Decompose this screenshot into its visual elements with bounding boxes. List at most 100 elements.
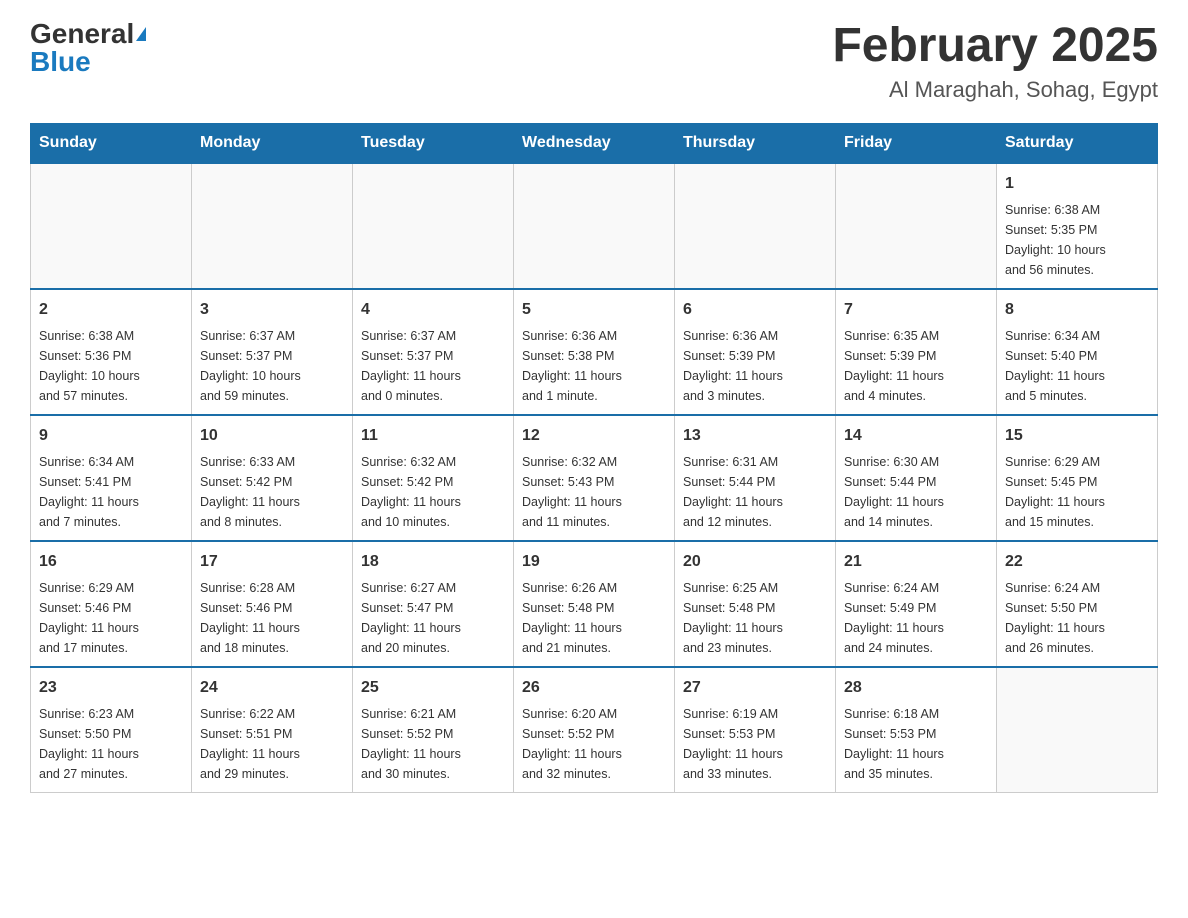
- calendar-cell: 10 Sunrise: 6:33 AM Sunset: 5:42 PM Dayli…: [192, 415, 353, 541]
- day-info: Sunrise: 6:19 AM Sunset: 5:53 PM Dayligh…: [683, 704, 827, 784]
- day-number: 22: [1005, 550, 1149, 574]
- calendar-header: SundayMondayTuesdayWednesdayThursdayFrid…: [31, 123, 1158, 163]
- day-number: 12: [522, 424, 666, 448]
- day-info: Sunrise: 6:37 AM Sunset: 5:37 PM Dayligh…: [361, 326, 505, 406]
- calendar-cell: [997, 667, 1158, 793]
- calendar-cell: 1 Sunrise: 6:38 AM Sunset: 5:35 PM Daylig…: [997, 163, 1158, 289]
- day-number: 17: [200, 550, 344, 574]
- weekday-header-saturday: Saturday: [997, 123, 1158, 163]
- day-number: 6: [683, 298, 827, 322]
- weekday-header-row: SundayMondayTuesdayWednesdayThursdayFrid…: [31, 123, 1158, 163]
- day-info: Sunrise: 6:24 AM Sunset: 5:49 PM Dayligh…: [844, 578, 988, 658]
- day-number: 4: [361, 298, 505, 322]
- day-number: 21: [844, 550, 988, 574]
- weekday-header-tuesday: Tuesday: [353, 123, 514, 163]
- calendar-cell: 26 Sunrise: 6:20 AM Sunset: 5:52 PM Dayli…: [514, 667, 675, 793]
- logo-blue-text: Blue: [30, 48, 91, 76]
- day-number: 27: [683, 676, 827, 700]
- calendar-cell: 6 Sunrise: 6:36 AM Sunset: 5:39 PM Daylig…: [675, 289, 836, 415]
- day-number: 13: [683, 424, 827, 448]
- day-info: Sunrise: 6:20 AM Sunset: 5:52 PM Dayligh…: [522, 704, 666, 784]
- day-info: Sunrise: 6:37 AM Sunset: 5:37 PM Dayligh…: [200, 326, 344, 406]
- calendar-cell: 25Sunrise: 6:21 AM Sunset: 5:52 PM Dayli…: [353, 667, 514, 793]
- calendar-cell: [514, 163, 675, 289]
- weekday-header-thursday: Thursday: [675, 123, 836, 163]
- calendar-cell: 11 Sunrise: 6:32 AM Sunset: 5:42 PM Dayli…: [353, 415, 514, 541]
- day-number: 23: [39, 676, 183, 700]
- weekday-header-friday: Friday: [836, 123, 997, 163]
- day-number: 5: [522, 298, 666, 322]
- day-number: 14: [844, 424, 988, 448]
- day-number: 28: [844, 676, 988, 700]
- calendar-cell: 24 Sunrise: 6:22 AM Sunset: 5:51 PM Dayli…: [192, 667, 353, 793]
- day-info: Sunrise: 6:18 AM Sunset: 5:53 PM Dayligh…: [844, 704, 988, 784]
- day-info: Sunrise: 6:29 AM Sunset: 5:46 PM Dayligh…: [39, 578, 183, 658]
- calendar-cell: 28 Sunrise: 6:18 AM Sunset: 5:53 PM Dayli…: [836, 667, 997, 793]
- day-number: 26: [522, 676, 666, 700]
- logo-general-text: General: [30, 20, 134, 48]
- day-number: 1: [1005, 172, 1149, 196]
- calendar-cell: 19Sunrise: 6:26 AM Sunset: 5:48 PM Dayli…: [514, 541, 675, 667]
- calendar-cell: 8 Sunrise: 6:34 AM Sunset: 5:40 PM Daylig…: [997, 289, 1158, 415]
- weekday-header-sunday: Sunday: [31, 123, 192, 163]
- calendar-cell: 5 Sunrise: 6:36 AM Sunset: 5:38 PM Daylig…: [514, 289, 675, 415]
- day-number: 7: [844, 298, 988, 322]
- calendar-cell: 16 Sunrise: 6:29 AM Sunset: 5:46 PM Dayli…: [31, 541, 192, 667]
- calendar-body: 1 Sunrise: 6:38 AM Sunset: 5:35 PM Daylig…: [31, 163, 1158, 793]
- day-info: Sunrise: 6:27 AM Sunset: 5:47 PM Dayligh…: [361, 578, 505, 658]
- location-title: Al Maraghah, Sohag, Egypt: [832, 77, 1158, 103]
- logo: General Blue: [30, 20, 146, 76]
- day-info: Sunrise: 6:30 AM Sunset: 5:44 PM Dayligh…: [844, 452, 988, 532]
- calendar-cell: 13 Sunrise: 6:31 AM Sunset: 5:44 PM Dayli…: [675, 415, 836, 541]
- day-info: Sunrise: 6:36 AM Sunset: 5:39 PM Dayligh…: [683, 326, 827, 406]
- day-info: Sunrise: 6:22 AM Sunset: 5:51 PM Dayligh…: [200, 704, 344, 784]
- day-number: 2: [39, 298, 183, 322]
- calendar-cell: 23Sunrise: 6:23 AM Sunset: 5:50 PM Dayli…: [31, 667, 192, 793]
- day-number: 10: [200, 424, 344, 448]
- calendar-week-row: 9 Sunrise: 6:34 AM Sunset: 5:41 PM Daylig…: [31, 415, 1158, 541]
- day-info: Sunrise: 6:31 AM Sunset: 5:44 PM Dayligh…: [683, 452, 827, 532]
- day-info: Sunrise: 6:25 AM Sunset: 5:48 PM Dayligh…: [683, 578, 827, 658]
- day-info: Sunrise: 6:36 AM Sunset: 5:38 PM Dayligh…: [522, 326, 666, 406]
- calendar-cell: 27 Sunrise: 6:19 AM Sunset: 5:53 PM Dayli…: [675, 667, 836, 793]
- day-number: 8: [1005, 298, 1149, 322]
- day-number: 24: [200, 676, 344, 700]
- day-info: Sunrise: 6:34 AM Sunset: 5:41 PM Dayligh…: [39, 452, 183, 532]
- calendar-cell: [353, 163, 514, 289]
- calendar-cell: 15 Sunrise: 6:29 AM Sunset: 5:45 PM Dayli…: [997, 415, 1158, 541]
- calendar-cell: [675, 163, 836, 289]
- day-info: Sunrise: 6:32 AM Sunset: 5:43 PM Dayligh…: [522, 452, 666, 532]
- calendar-cell: [31, 163, 192, 289]
- calendar-cell: 3Sunrise: 6:37 AM Sunset: 5:37 PM Daylig…: [192, 289, 353, 415]
- page-header: General Blue February 2025 Al Maraghah, …: [30, 20, 1158, 103]
- day-number: 16: [39, 550, 183, 574]
- logo-triangle-icon: [136, 27, 146, 41]
- calendar-cell: 4 Sunrise: 6:37 AM Sunset: 5:37 PM Daylig…: [353, 289, 514, 415]
- day-info: Sunrise: 6:35 AM Sunset: 5:39 PM Dayligh…: [844, 326, 988, 406]
- day-info: Sunrise: 6:38 AM Sunset: 5:35 PM Dayligh…: [1005, 200, 1149, 280]
- day-info: Sunrise: 6:34 AM Sunset: 5:40 PM Dayligh…: [1005, 326, 1149, 406]
- calendar-week-row: 1 Sunrise: 6:38 AM Sunset: 5:35 PM Daylig…: [31, 163, 1158, 289]
- calendar-week-row: 23Sunrise: 6:23 AM Sunset: 5:50 PM Dayli…: [31, 667, 1158, 793]
- day-number: 19: [522, 550, 666, 574]
- calendar-cell: 18Sunrise: 6:27 AM Sunset: 5:47 PM Dayli…: [353, 541, 514, 667]
- day-info: Sunrise: 6:32 AM Sunset: 5:42 PM Dayligh…: [361, 452, 505, 532]
- day-info: Sunrise: 6:21 AM Sunset: 5:52 PM Dayligh…: [361, 704, 505, 784]
- day-info: Sunrise: 6:38 AM Sunset: 5:36 PM Dayligh…: [39, 326, 183, 406]
- calendar-cell: 9 Sunrise: 6:34 AM Sunset: 5:41 PM Daylig…: [31, 415, 192, 541]
- day-number: 9: [39, 424, 183, 448]
- day-info: Sunrise: 6:29 AM Sunset: 5:45 PM Dayligh…: [1005, 452, 1149, 532]
- calendar-cell: 20 Sunrise: 6:25 AM Sunset: 5:48 PM Dayli…: [675, 541, 836, 667]
- day-number: 11: [361, 424, 505, 448]
- day-number: 15: [1005, 424, 1149, 448]
- month-title: February 2025: [832, 20, 1158, 73]
- calendar-cell: 12 Sunrise: 6:32 AM Sunset: 5:43 PM Dayli…: [514, 415, 675, 541]
- day-number: 20: [683, 550, 827, 574]
- day-info: Sunrise: 6:28 AM Sunset: 5:46 PM Dayligh…: [200, 578, 344, 658]
- calendar-cell: 17 Sunrise: 6:28 AM Sunset: 5:46 PM Dayli…: [192, 541, 353, 667]
- calendar-table: SundayMondayTuesdayWednesdayThursdayFrid…: [30, 123, 1158, 793]
- day-info: Sunrise: 6:33 AM Sunset: 5:42 PM Dayligh…: [200, 452, 344, 532]
- calendar-week-row: 16 Sunrise: 6:29 AM Sunset: 5:46 PM Dayli…: [31, 541, 1158, 667]
- calendar-cell: 21 Sunrise: 6:24 AM Sunset: 5:49 PM Dayli…: [836, 541, 997, 667]
- calendar-week-row: 2 Sunrise: 6:38 AM Sunset: 5:36 PM Daylig…: [31, 289, 1158, 415]
